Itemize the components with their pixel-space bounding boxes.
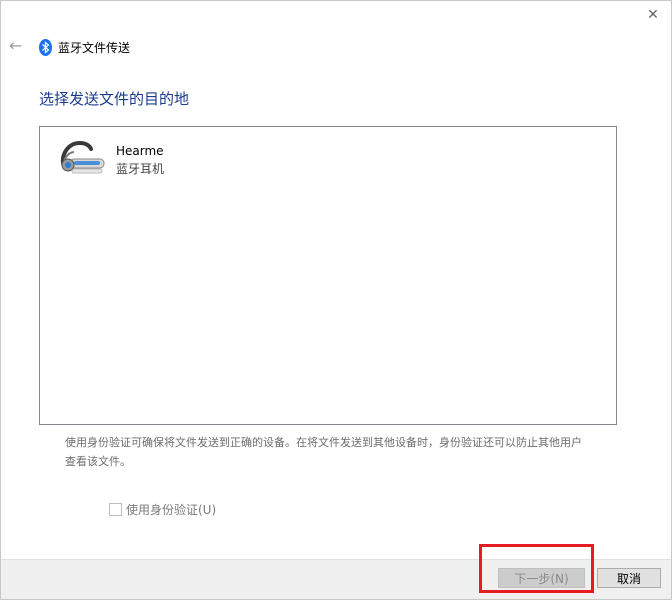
bluetooth-transfer-window: ✕ ← 蓝牙文件传送 选择发送文件的目的地 Hearme 蓝牙耳机 使用身份验证… bbox=[0, 0, 672, 600]
auth-checkbox[interactable] bbox=[109, 503, 122, 516]
device-name: Hearme bbox=[116, 144, 164, 158]
device-item-hearme[interactable]: Hearme 蓝牙耳机 bbox=[58, 139, 164, 179]
device-type: 蓝牙耳机 bbox=[116, 162, 165, 176]
bluetooth-icon bbox=[39, 38, 52, 56]
cancel-button[interactable]: 取消 bbox=[597, 568, 661, 588]
window-title: 蓝牙文件传送 bbox=[58, 40, 131, 55]
auth-checkbox-label: 使用身份验证(U) bbox=[126, 503, 217, 517]
device-text: Hearme 蓝牙耳机 bbox=[116, 142, 164, 178]
close-button[interactable]: ✕ bbox=[645, 7, 661, 23]
auth-info-text: 使用身份验证可确保将文件发送到正确的设备。在将文件发送到其他设备时，身份验证还可… bbox=[65, 436, 582, 468]
page-heading: 选择发送文件的目的地 bbox=[39, 90, 190, 108]
next-button[interactable]: 下一步(N) bbox=[498, 568, 585, 588]
auth-checkbox-row[interactable]: 使用身份验证(U) bbox=[109, 501, 216, 518]
device-list[interactable]: Hearme 蓝牙耳机 bbox=[39, 126, 617, 425]
back-arrow-icon: ← bbox=[9, 36, 23, 55]
back-button[interactable]: ← bbox=[9, 38, 25, 54]
close-icon: ✕ bbox=[647, 7, 659, 23]
headset-icon bbox=[61, 140, 105, 174]
window-title-row: 蓝牙文件传送 bbox=[39, 38, 130, 56]
